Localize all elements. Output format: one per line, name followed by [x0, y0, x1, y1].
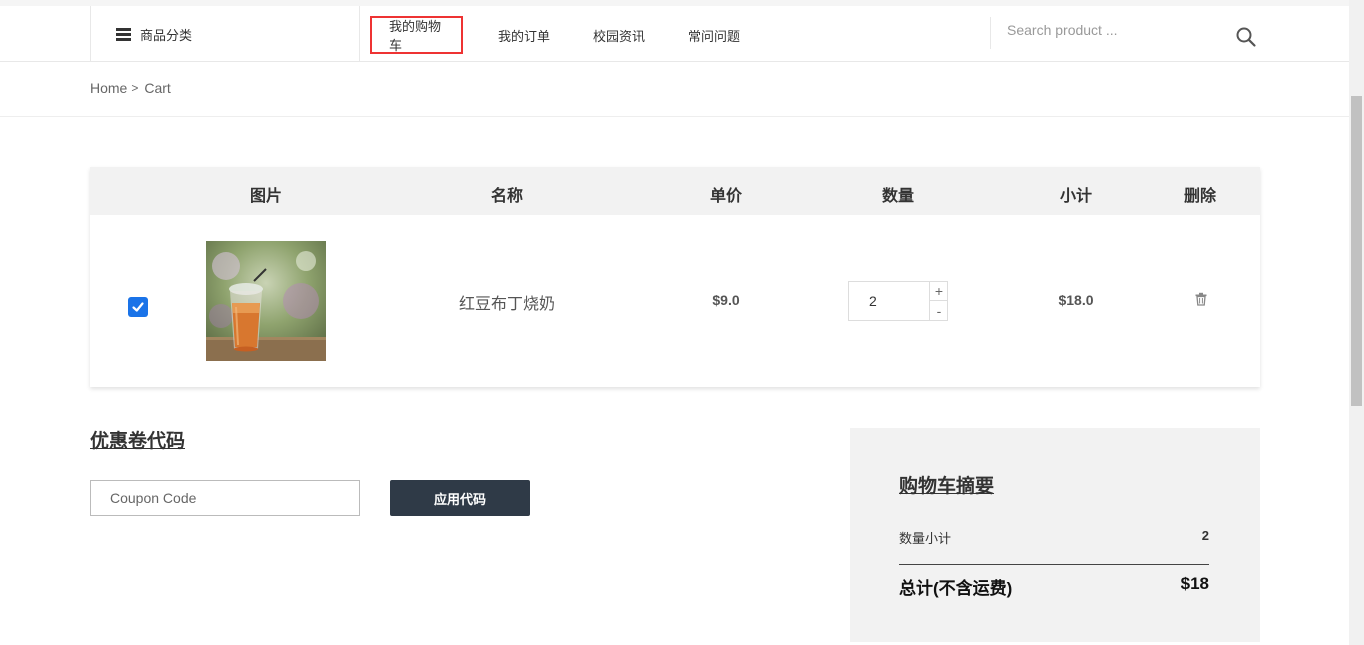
- unit-price: $9.0: [712, 292, 740, 308]
- cart-summary-panel: 购物车摘要 数量小计 2 总计(不含运费) $18: [850, 428, 1260, 642]
- cart-table-header: 图片 名称 单价 数量 小计 删除: [90, 167, 1260, 215]
- nav-item-orders[interactable]: 我的订单: [498, 16, 550, 54]
- breadcrumb-separator: >: [131, 81, 139, 95]
- search-icon[interactable]: [1235, 26, 1257, 48]
- nav-item-cart[interactable]: 我的购物车: [370, 16, 463, 54]
- search-input[interactable]: [1007, 22, 1207, 38]
- hamburger-icon: [116, 27, 131, 41]
- coupon-title: 优惠卷代码: [90, 431, 186, 452]
- breadcrumb: Home > Cart: [90, 80, 171, 96]
- category-menu-button[interactable]: 商品分类: [90, 6, 360, 62]
- summary-title: 购物车摘要: [899, 476, 995, 497]
- quantity-increment-button[interactable]: +: [929, 282, 948, 301]
- milk-tea-image: [206, 241, 326, 361]
- quantity-input[interactable]: [849, 282, 929, 320]
- column-header-image: 图片: [249, 188, 283, 205]
- item-select-checkbox[interactable]: [128, 297, 148, 317]
- summary-divider: [899, 564, 1209, 565]
- category-label: 商品分类: [140, 27, 193, 43]
- summary-total-value: $18: [1180, 574, 1209, 593]
- nav-item-campus-news[interactable]: 校园资讯: [593, 16, 645, 54]
- apply-coupon-button[interactable]: 应用代码: [390, 480, 530, 516]
- summary-qty-label: 数量小计: [899, 531, 952, 546]
- breadcrumb-divider: [0, 116, 1349, 117]
- summary-total-row: 总计(不含运费) $18: [899, 574, 1209, 599]
- cart-table: 图片 名称 单价 数量 小计 删除 红豆布丁烧奶 $9.0 2 + - $18.…: [90, 167, 1260, 387]
- product-image[interactable]: [206, 241, 326, 361]
- top-header: 商品分类 我的购物车 我的订单 校园资讯 常问问题: [0, 0, 1349, 62]
- breadcrumb-home[interactable]: Home: [90, 80, 127, 96]
- column-header-price: 单价: [709, 188, 743, 205]
- nav-item-faq[interactable]: 常问问题: [688, 16, 740, 54]
- product-name[interactable]: 红豆布丁烧奶: [459, 290, 555, 314]
- quantity-stepper: + -: [848, 281, 948, 321]
- scrollbar-thumb[interactable]: [1351, 96, 1362, 406]
- column-header-delete: 删除: [1183, 188, 1217, 205]
- quantity-decrement-button[interactable]: -: [929, 301, 948, 320]
- breadcrumb-current: Cart: [144, 80, 171, 96]
- trash-icon[interactable]: [1194, 292, 1208, 306]
- summary-qty-value: 2: [1201, 528, 1209, 543]
- column-header-subtotal: 小计: [1059, 188, 1093, 205]
- summary-total-label: 总计(不含运费): [899, 579, 1013, 598]
- column-header-name: 名称: [490, 188, 524, 205]
- column-header-quantity: 数量: [881, 188, 915, 205]
- checkmark-icon: [132, 302, 144, 312]
- search-box: [990, 17, 1260, 49]
- summary-qty-row: 数量小计 2: [899, 528, 1209, 547]
- item-subtotal: $18.0: [1058, 292, 1094, 308]
- main-nav: 我的购物车 我的订单 校园资讯 常问问题: [370, 16, 740, 54]
- coupon-code-input[interactable]: [90, 480, 360, 516]
